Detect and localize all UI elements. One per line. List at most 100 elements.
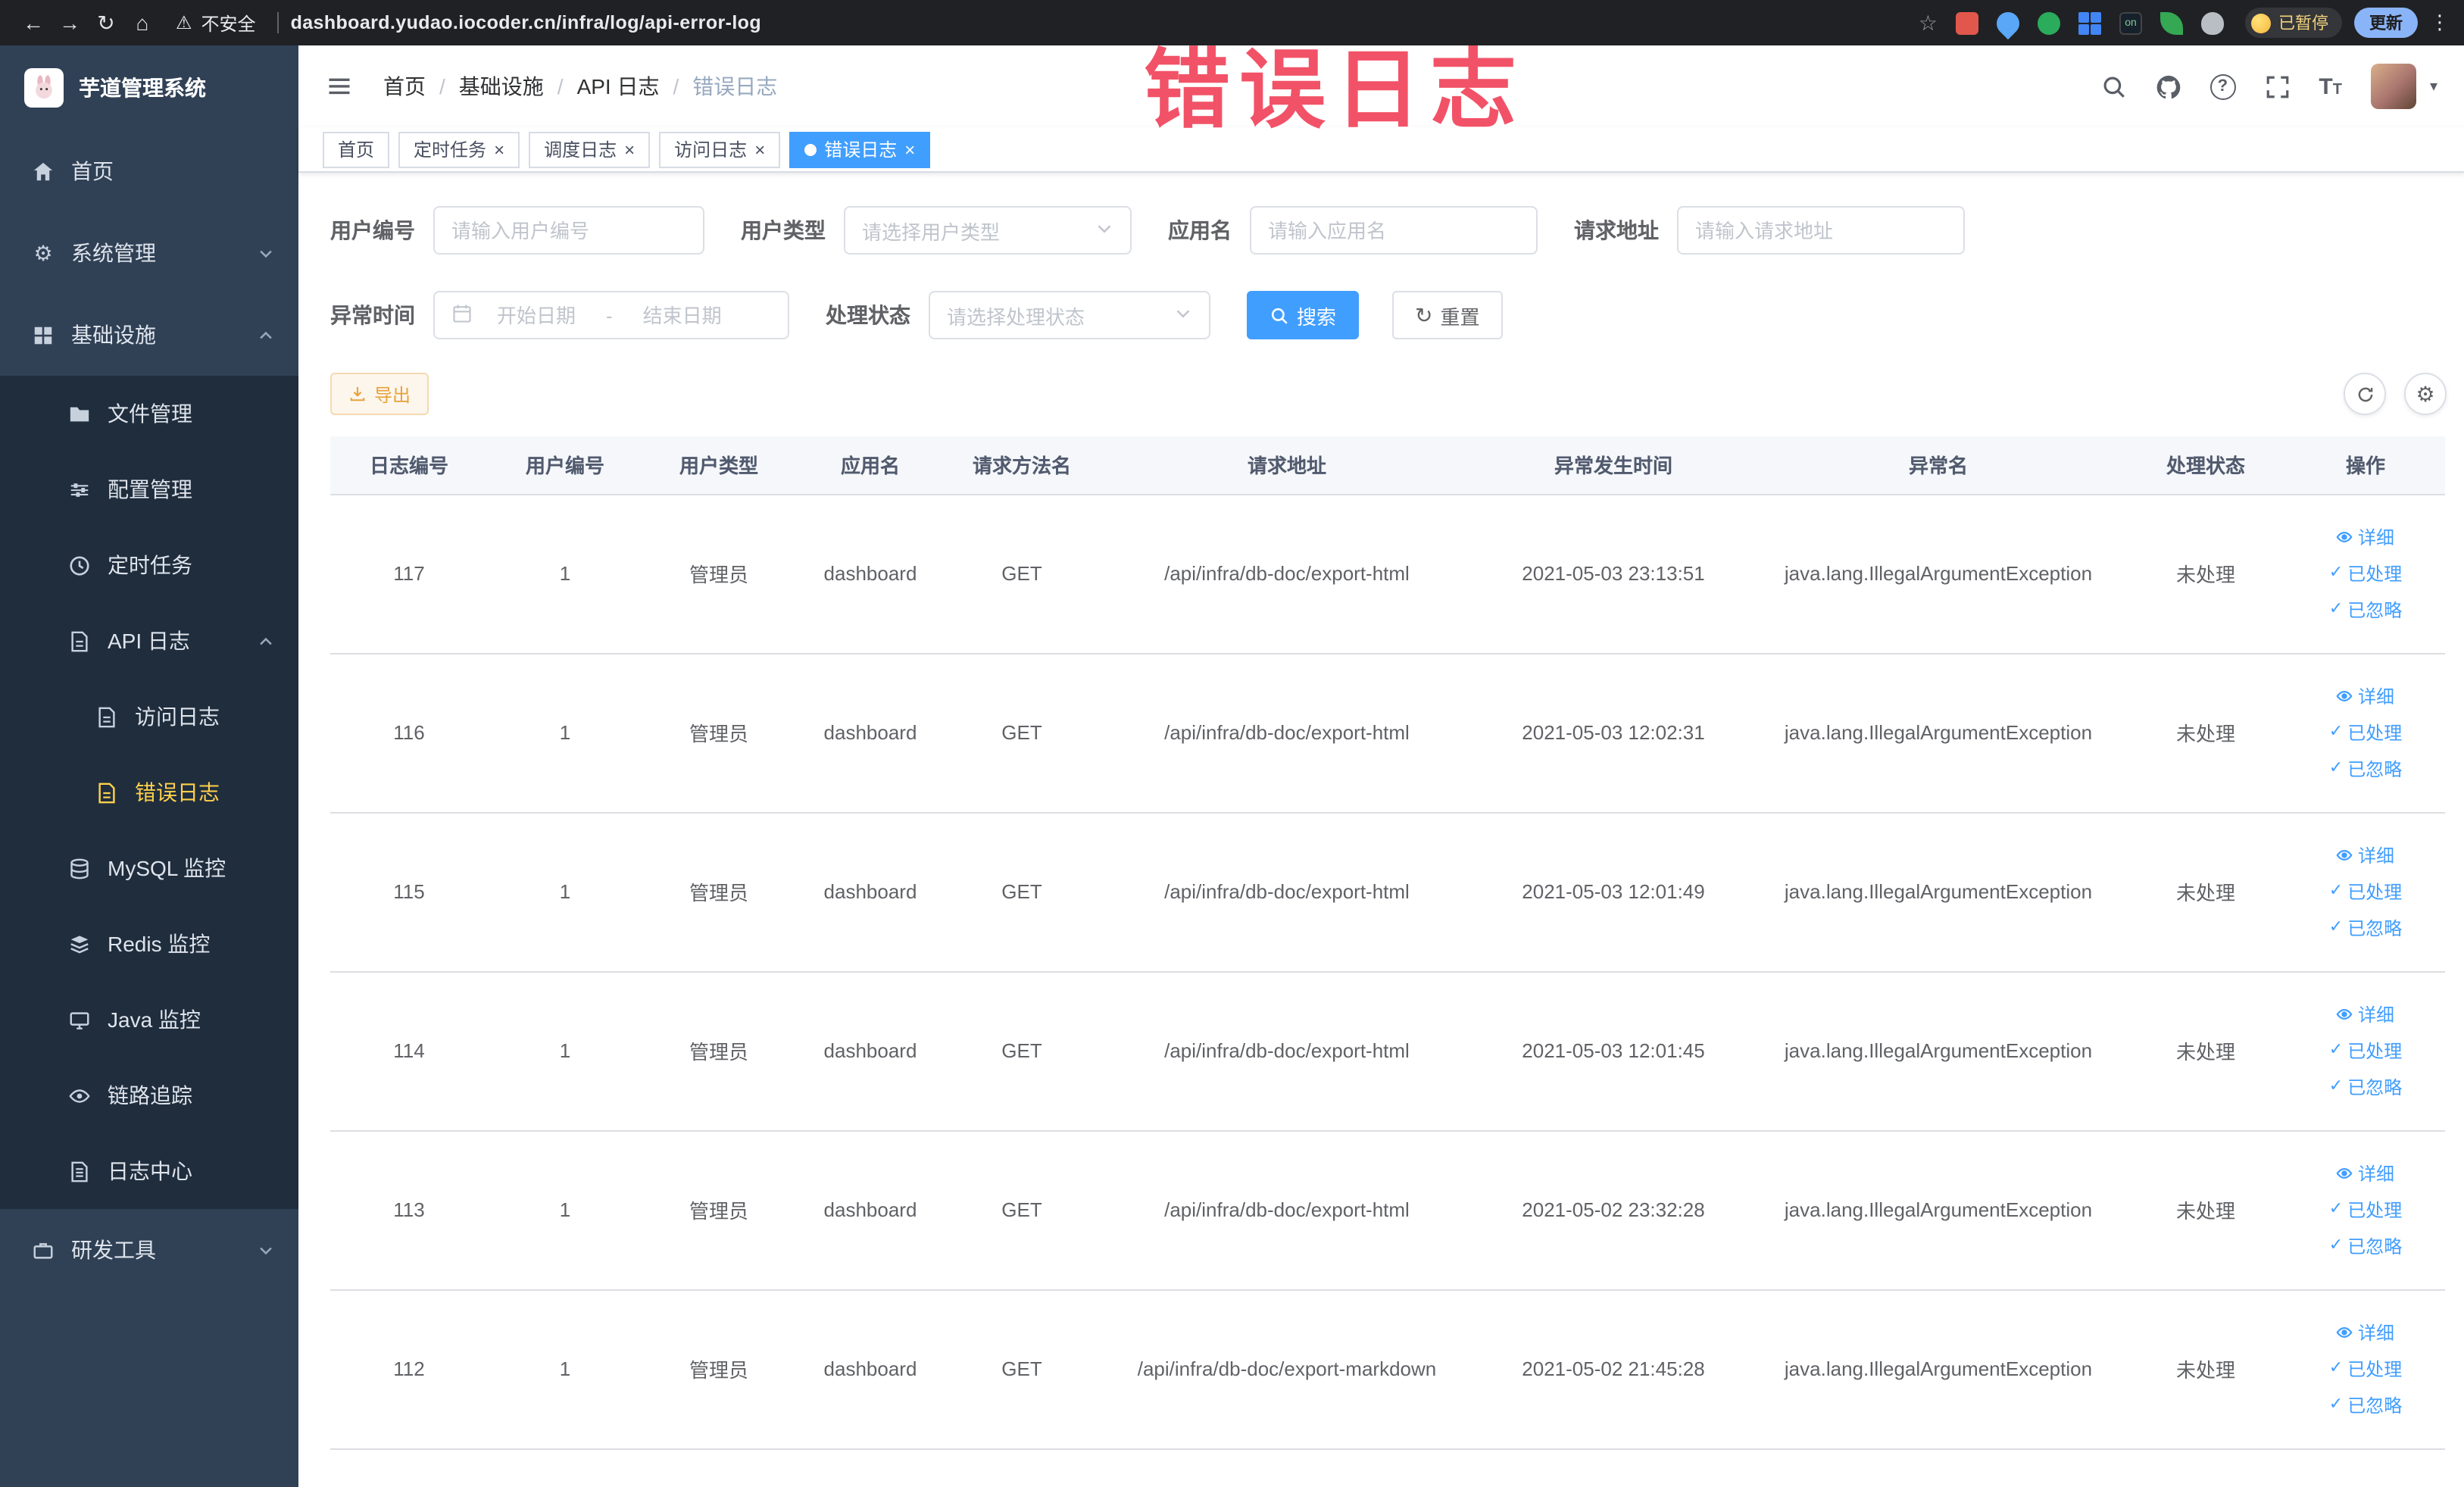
tab-home[interactable]: 首页 [323, 131, 390, 167]
browser-menu-icon[interactable]: ⋮ [2430, 11, 2450, 35]
processed-link[interactable]: ✓ 已处理 [2329, 1356, 2402, 1382]
sidebar-item-trace[interactable]: 链路追踪 [0, 1057, 298, 1133]
forward-icon[interactable]: → [52, 5, 88, 41]
detail-link[interactable]: 详细 [2337, 842, 2394, 868]
extension-paw-icon[interactable] [2201, 11, 2224, 34]
app-name-label: 应用名 [1168, 218, 1232, 242]
refresh-table-button[interactable] [2344, 373, 2386, 415]
reset-button[interactable]: ↻ 重置 [1392, 291, 1503, 339]
tab-scheduled-task[interactable]: 定时任务 × [398, 131, 520, 167]
sidebar-item-system-management[interactable]: ⚙ 系统管理 [0, 212, 298, 294]
processed-link[interactable]: ✓ 已处理 [2329, 720, 2402, 745]
ignored-link[interactable]: ✓ 已忽略 [2329, 597, 2402, 623]
extension-green-icon[interactable] [2038, 11, 2060, 34]
check-icon: ✓ [2328, 882, 2344, 900]
start-date-input[interactable] [482, 304, 591, 326]
java-monitor-icon [67, 1008, 92, 1031]
sidebar-item-config-management[interactable]: 配置管理 [0, 451, 298, 527]
sidebar-item-error-log[interactable]: 错误日志 [0, 754, 298, 830]
help-icon[interactable]: ? [2209, 73, 2236, 99]
check-icon: ✓ [2328, 759, 2344, 777]
detail-link[interactable]: 详细 [2337, 1001, 2394, 1027]
reload-icon[interactable]: ↻ [88, 5, 124, 41]
user-id-input[interactable] [451, 219, 686, 242]
ignored-link[interactable]: ✓ 已忽略 [2329, 1392, 2402, 1418]
logo-rabbit-icon [24, 68, 64, 108]
user-id-field[interactable] [433, 206, 704, 255]
detail-link[interactable]: 详细 [2337, 1161, 2394, 1186]
app-name-input[interactable] [1268, 219, 1519, 242]
ignored-link[interactable]: ✓ 已忽略 [2329, 1233, 2402, 1259]
export-button[interactable]: 导出 [330, 373, 429, 415]
user-type-select[interactable]: 请选择用户类型 [844, 206, 1132, 255]
ignored-link[interactable]: ✓ 已忽略 [2329, 915, 2402, 941]
bookmark-star-icon[interactable]: ☆ [1919, 10, 1938, 36]
request-url-input[interactable] [1695, 219, 1947, 242]
app-header: 首页 / 基础设施 / API 日志 / 错误日志 ? TT ▾ [298, 45, 2464, 127]
gear-icon: ⚙ [33, 240, 53, 264]
profile-paused-chip[interactable]: 已暂停 [2245, 8, 2342, 38]
back-icon[interactable]: ← [15, 5, 52, 41]
exception-time-range[interactable]: - [433, 291, 789, 339]
sidebar-item-scheduled-tasks[interactable]: 定时任务 [0, 527, 298, 603]
font-size-icon[interactable]: TT [2319, 73, 2342, 99]
check-icon: ✓ [2328, 1236, 2344, 1254]
extension-adblock-icon[interactable] [1956, 11, 1978, 34]
divider [276, 12, 279, 33]
detail-link[interactable]: 详细 [2337, 524, 2394, 550]
extension-on-badge-icon[interactable]: on [2119, 11, 2142, 34]
avatar-caret-icon[interactable]: ▾ [2430, 78, 2437, 95]
breadcrumb-api-log[interactable]: API 日志 [577, 71, 660, 102]
tab-schedule-log[interactable]: 调度日志 × [529, 131, 651, 167]
detail-link[interactable]: 详细 [2337, 683, 2394, 709]
update-button[interactable]: 更新 [2354, 8, 2418, 38]
ignored-link[interactable]: ✓ 已忽略 [2329, 1074, 2402, 1100]
search-button[interactable]: 搜索 [1247, 291, 1360, 339]
close-icon[interactable]: × [494, 140, 504, 158]
search-icon[interactable] [2100, 73, 2126, 99]
security-chip[interactable]: ⚠ 不安全 [176, 10, 291, 36]
column-settings-button[interactable]: ⚙ [2404, 373, 2447, 415]
fullscreen-icon[interactable] [2264, 73, 2290, 99]
processed-link[interactable]: ✓ 已处理 [2329, 1197, 2402, 1223]
ignored-link[interactable]: ✓ 已忽略 [2329, 756, 2402, 782]
sidebar-item-file-management[interactable]: 文件管理 [0, 376, 298, 451]
api-log-icon [67, 629, 92, 652]
sidebar-item-infrastructure[interactable]: 基础设施 [0, 294, 298, 376]
sidebar-item-mysql-monitor[interactable]: MySQL 监控 [0, 830, 298, 906]
processed-link[interactable]: ✓ 已处理 [2329, 561, 2402, 586]
close-icon[interactable]: × [624, 140, 635, 158]
url-text[interactable]: dashboard.yudao.iocoder.cn/infra/log/api… [291, 12, 761, 33]
breadcrumb-home[interactable]: 首页 [383, 71, 426, 102]
sidebar-item-log-center[interactable]: 日志中心 [0, 1133, 298, 1209]
extension-drop-icon[interactable] [1991, 6, 2025, 39]
processed-link[interactable]: ✓ 已处理 [2329, 879, 2402, 904]
sidebar-item-devtools[interactable]: 研发工具 [0, 1209, 298, 1291]
table-row: 117 1 管理员 dashboard GET /api/infra/db-do… [330, 494, 2445, 654]
end-date-input[interactable] [627, 304, 737, 326]
request-url-field[interactable] [1677, 206, 1965, 255]
app-name-field[interactable] [1250, 206, 1538, 255]
sidebar-item-api-log[interactable]: API 日志 [0, 603, 298, 679]
sidebar-item-access-log[interactable]: 访问日志 [0, 679, 298, 754]
process-status-select[interactable]: 请选择处理状态 [929, 291, 1210, 339]
sidebar-item-home[interactable]: 首页 [0, 130, 298, 212]
github-icon[interactable] [2155, 73, 2181, 99]
tab-error-log[interactable]: 错误日志 × [789, 131, 931, 167]
avatar[interactable] [2370, 64, 2416, 109]
close-icon[interactable]: × [904, 140, 915, 158]
sidebar-item-redis-monitor[interactable]: Redis 监控 [0, 906, 298, 982]
detail-link[interactable]: 详细 [2337, 1320, 2394, 1345]
home-icon[interactable]: ⌂ [124, 5, 161, 41]
logo[interactable]: 芋道管理系统 [0, 45, 298, 130]
sidebar-item-java-monitor[interactable]: Java 监控 [0, 982, 298, 1057]
close-icon[interactable]: × [754, 140, 765, 158]
check-icon: ✓ [2328, 918, 2344, 936]
extension-leaf-icon[interactable] [2160, 11, 2183, 34]
processed-link[interactable]: ✓ 已处理 [2329, 1038, 2402, 1064]
tab-access-log[interactable]: 访问日志 × [659, 131, 781, 167]
extension-grid-icon[interactable] [2078, 11, 2101, 34]
hamburger-icon[interactable] [326, 73, 353, 100]
breadcrumb-infrastructure[interactable]: 基础设施 [459, 71, 544, 102]
check-icon: ✓ [2328, 600, 2344, 618]
